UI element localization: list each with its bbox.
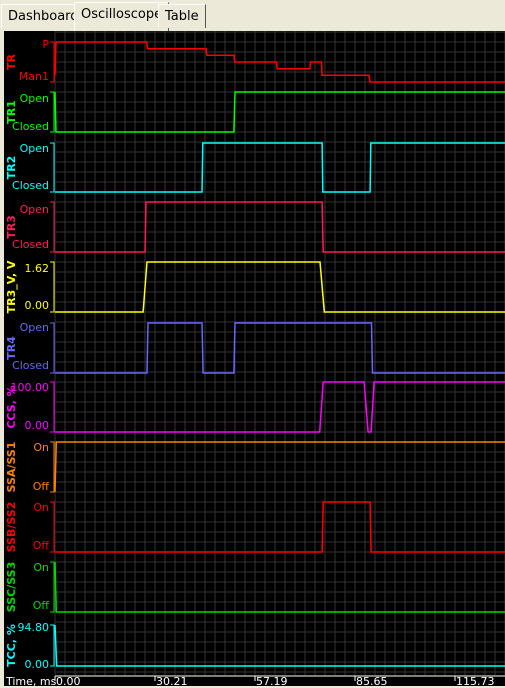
channel-high-label: Open: [20, 203, 49, 216]
channel-name: TR4: [5, 336, 18, 360]
channel-name: TR: [5, 53, 18, 70]
channel-high-label: Open: [20, 321, 49, 334]
channel-low-label: Closed: [12, 238, 49, 251]
time-tick-label: 57.19: [256, 675, 288, 686]
channel-high-label: Open: [20, 92, 49, 105]
channel-name: TR1: [5, 100, 18, 124]
time-axis: Time, ms 0.00 30.21 57.19 85.65 115.73: [4, 675, 505, 686]
tab-dashboard[interactable]: Dashboard: [1, 4, 86, 28]
tab-table[interactable]: Table: [158, 4, 206, 28]
channel-name: TR3: [5, 215, 18, 239]
tab-bar: Dashboard Oscilloscope Table: [0, 0, 505, 31]
time-tick-label: 85.65: [356, 675, 388, 686]
channel-high-label: On: [33, 561, 49, 574]
channel-low-label: Off: [33, 599, 50, 612]
channel-low-label: 0.00: [25, 299, 50, 312]
channel-low-label: Man1: [19, 70, 49, 83]
channel-name: SSA/SS1: [5, 442, 18, 493]
channel-name: TR2: [5, 156, 18, 180]
time-tick-label: 30.21: [156, 675, 188, 686]
channel-name: SSB/SS2: [5, 502, 18, 553]
time-axis-label: Time, ms: [5, 675, 57, 686]
channel-high-label: 1.62: [25, 262, 50, 275]
channel-low-label: Closed: [12, 179, 49, 192]
channel-high-label: 94.80: [18, 621, 50, 634]
channel-name: CCS, %: [5, 385, 18, 428]
channel-low-label: 0.00: [25, 419, 50, 432]
time-tick-label: 115.73: [456, 675, 495, 686]
channel-low-label: Closed: [12, 359, 49, 372]
tab-oscilloscope[interactable]: Oscilloscope: [74, 2, 170, 31]
channel-low-label: 0.00: [25, 658, 50, 671]
channel-low-label: Off: [33, 480, 50, 493]
channel-name: TCC, %: [5, 624, 18, 667]
channel-high-label: P: [42, 38, 49, 51]
channel-high-label: On: [33, 441, 49, 454]
channel-high-label: On: [33, 501, 49, 514]
channel-low-label: Off: [33, 539, 50, 552]
oscilloscope-plot: PMan1TROpenClosedTR1OpenClosedTR2OpenClo…: [4, 31, 505, 686]
channel-name: SSC/SS3: [5, 562, 18, 612]
time-tick-label: 0.00: [56, 675, 81, 686]
channel-high-label: Open: [20, 142, 49, 155]
channel-name: TR3_V, V: [5, 260, 18, 313]
